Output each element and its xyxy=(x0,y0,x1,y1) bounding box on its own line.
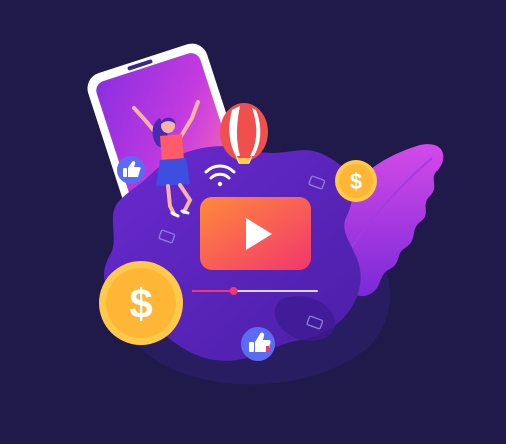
progress-knob[interactable] xyxy=(229,287,238,295)
large-coin-symbol: $ xyxy=(129,280,152,327)
like-badge-left xyxy=(117,156,145,184)
large-dollar-coin: $ xyxy=(99,261,183,345)
play-button[interactable] xyxy=(200,197,311,270)
illustration-scene: $ $ xyxy=(0,0,506,444)
small-dollar-coin: $ xyxy=(335,160,377,202)
illustration-canvas: $ $ xyxy=(0,0,506,444)
like-badge-bottom xyxy=(241,327,275,361)
small-coin-symbol: $ xyxy=(350,169,362,194)
progress-fill xyxy=(192,290,234,292)
